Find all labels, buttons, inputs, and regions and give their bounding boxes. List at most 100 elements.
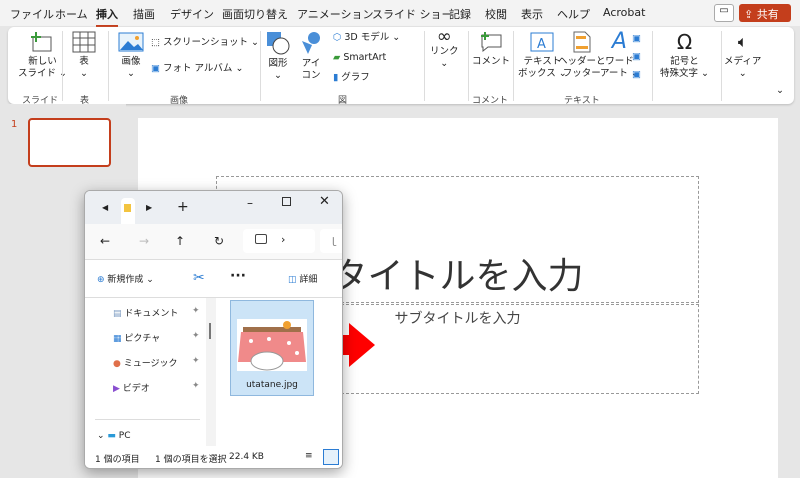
share-icon: ⇪ — [744, 8, 757, 21]
symbol-button[interactable]: Ω 記号と 特殊文字 ⌄ — [660, 31, 709, 80]
pin-icon: ✦ — [192, 381, 200, 391]
up-icon[interactable]: ↑ — [175, 234, 185, 248]
forward-icon[interactable]: → — [139, 234, 149, 248]
videos-icon: ▶ — [113, 384, 123, 394]
list-view-icon[interactable]: ≡ — [305, 451, 313, 461]
share-button[interactable]: ⇪ 共有 ⌄ — [739, 4, 791, 35]
pin-icon: ✦ — [192, 356, 200, 366]
folder-icon — [124, 204, 131, 212]
omega-icon: Ω — [676, 30, 693, 54]
nav-item-videos[interactable]: ▶ ビデオ — [113, 381, 150, 394]
back-icon[interactable]: ← — [100, 234, 110, 248]
tiles-view-icon[interactable] — [323, 449, 339, 465]
tab-insert[interactable]: 挿入 — [96, 6, 118, 27]
file-item-utatane[interactable]: utatane.jpg — [230, 300, 314, 396]
slide-thumbnail[interactable] — [28, 118, 111, 167]
close-icon[interactable]: ✕ — [319, 194, 330, 209]
tab-review[interactable]: 校閲 — [485, 6, 507, 22]
speaker-icon: 🔈︎ — [737, 32, 748, 51]
tab-record[interactable]: 記録 — [449, 6, 471, 22]
group-images-label: 画像 — [170, 96, 189, 106]
nav-item-music[interactable]: ● ミュージック — [113, 356, 178, 369]
smartart-button[interactable]: ▰ SmartArt — [333, 52, 386, 64]
link-icon: ∞ — [436, 26, 452, 47]
image-icon — [118, 32, 144, 52]
icons-button[interactable]: アイ コン — [300, 31, 322, 82]
minimize-icon[interactable]: – — [247, 196, 253, 210]
nav-item-pictures[interactable]: ▦ ピクチャ — [113, 331, 160, 344]
ribbon-expand-icon[interactable]: ⌄ — [776, 85, 784, 97]
pc-icon — [255, 234, 267, 244]
nav-scrollbar[interactable] — [206, 298, 216, 446]
breadcrumb[interactable]: › — [243, 229, 315, 253]
screenshot-button[interactable]: ⬚ スクリーンショット ⌄ — [151, 37, 259, 49]
tab-file[interactable]: ファイル — [10, 6, 54, 22]
table-button[interactable]: 表 ⌄ — [72, 31, 96, 80]
thumbnail-number: 1 — [11, 119, 18, 130]
textbox-icon: A — [530, 32, 554, 52]
comment-icon — [481, 32, 502, 53]
tab-scroll-left-icon[interactable]: ◀ — [102, 203, 108, 212]
status-size: 22.4 KB — [229, 452, 264, 462]
status-bar: 1 個の項目 1 個の項目を選択 22.4 KB ≡ — [85, 446, 342, 468]
new-slide-button[interactable]: 新しい スライド ⌄ — [18, 31, 67, 80]
3d-model-button[interactable]: ⬡ 3D モデル ⌄ — [333, 32, 400, 44]
comments-button[interactable]: ▭ — [714, 4, 734, 22]
media-button[interactable]: 🔈︎ メディア ⌄ — [724, 31, 761, 80]
tab-transitions[interactable]: 画面切り替え — [222, 6, 288, 22]
svg-text:A: A — [537, 37, 546, 52]
chart-button[interactable]: ▮ グラフ — [333, 72, 370, 84]
nav-item-documents[interactable]: ▤ ドキュメント — [113, 306, 178, 319]
address-bar: ← → ↑ ↻ › ｌ — [85, 224, 342, 260]
more-icon[interactable]: ··· — [230, 268, 246, 284]
search-box[interactable]: ｌ — [320, 229, 342, 253]
status-selected: 1 個の項目を選択 — [155, 455, 227, 465]
shapes-button[interactable]: 図形 ⌄ — [266, 31, 290, 82]
link-button[interactable]: ∞ リンク ⌄ — [430, 26, 459, 70]
text-small-buttons[interactable]: ▣ ▣ ▣ — [632, 30, 641, 84]
header-footer-icon — [573, 31, 591, 53]
group-illustrations-label: 図 — [338, 96, 348, 106]
refresh-icon[interactable]: ↻ — [214, 234, 224, 248]
images-button[interactable]: 画像 ⌄ — [118, 31, 144, 80]
status-item-count: 1 個の項目 — [95, 455, 140, 465]
explorer-titlebar: ◀ ▶ + – ✕ — [85, 191, 342, 224]
explorer-tab[interactable] — [121, 198, 135, 224]
photo-album-button[interactable]: ▣ フォト アルバム ⌄ — [151, 63, 243, 75]
tab-help[interactable]: ヘルプ — [557, 6, 590, 22]
command-bar: ⊕ 新規作成 ⌄ ✂ ··· ◫ 詳細 — [85, 260, 342, 298]
cube-icon: ⬡ — [333, 32, 345, 43]
tab-acrobat[interactable]: Acrobat — [603, 6, 645, 19]
tab-home[interactable]: ホーム — [55, 6, 88, 22]
group-text-label: テキスト — [564, 96, 600, 106]
group-comment-label: コメント — [472, 96, 509, 106]
maximize-icon[interactable] — [282, 197, 291, 206]
comment-button[interactable]: コメント — [472, 31, 510, 68]
chart-icon: ▮ — [333, 72, 342, 83]
shapes-icon — [267, 32, 290, 55]
menu-tab-bar: ファイル ホーム 挿入 描画 デザイン 画面切り替え アニメーション スライド … — [0, 0, 800, 35]
header-footer-button[interactable]: ヘッダーと フッター — [558, 31, 606, 80]
pin-icon: ✦ — [192, 306, 200, 316]
photo-album-icon: ▣ — [151, 63, 163, 74]
tab-scroll-right-icon[interactable]: ▶ — [146, 203, 152, 212]
tab-slideshow[interactable]: スライド ショー — [372, 6, 453, 22]
table-icon — [72, 31, 96, 53]
icons-icon — [302, 32, 320, 54]
music-icon: ● — [113, 359, 124, 369]
tab-view[interactable]: 表示 — [521, 6, 543, 22]
nav-item-pc[interactable]: ⌄ ▬ PC — [97, 431, 131, 441]
details-pane-icon: ◫ — [288, 275, 300, 285]
tab-animations[interactable]: アニメーション — [297, 6, 374, 22]
screenshot-icon: ⬚ — [151, 37, 163, 48]
cut-icon[interactable]: ✂ — [193, 270, 205, 286]
pictures-icon: ▦ — [113, 334, 125, 344]
navigation-pane: ▤ ドキュメント ▦ ピクチャ ● ミュージック ▶ ビデオ ✦ ✦ ✦ ✦ ⌄… — [85, 298, 205, 446]
details-button[interactable]: ◫ 詳細 — [288, 272, 317, 285]
new-tab-icon[interactable]: + — [177, 199, 189, 215]
tab-draw[interactable]: 描画 — [133, 6, 155, 22]
tab-design[interactable]: デザイン — [170, 6, 214, 22]
new-button[interactable]: ⊕ 新規作成 ⌄ — [97, 272, 154, 285]
file-explorer-window: ◀ ▶ + – ✕ ← → ↑ ↻ › ｌ ⊕ 新規作成 ⌄ ✂ ··· ◫ 詳… — [84, 190, 343, 469]
file-name: utatane.jpg — [246, 380, 298, 390]
